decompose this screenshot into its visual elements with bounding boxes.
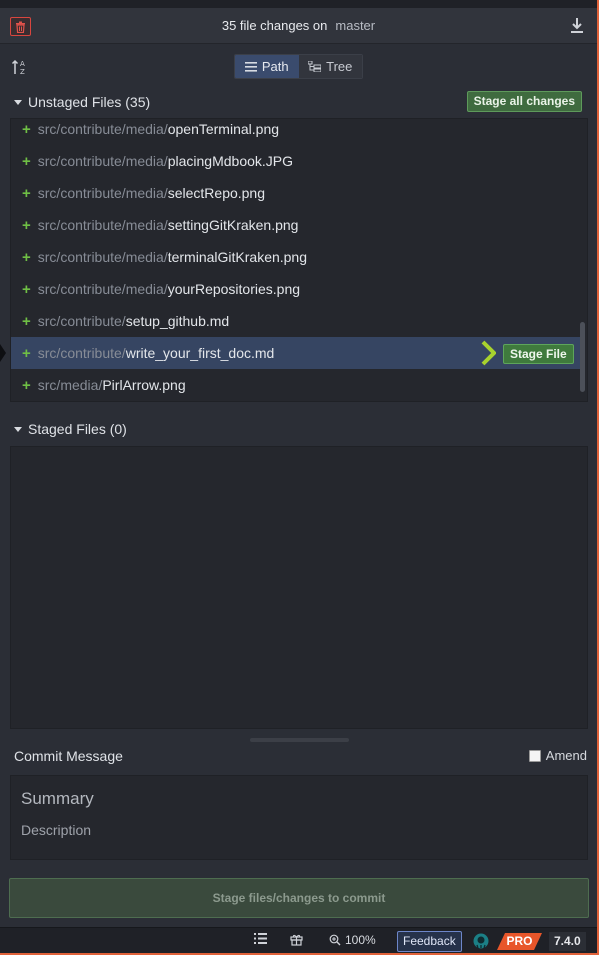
file-name: setup_github.md (125, 313, 230, 329)
file-row[interactable]: + src/media/PirlArrow.png (11, 369, 581, 401)
file-name: openTerminal.png (167, 121, 280, 137)
added-icon: + (22, 280, 31, 298)
drag-arrow-icon (0, 344, 6, 362)
file-dir: src/contribute/media/ (37, 185, 168, 201)
activity-log-button[interactable] (254, 933, 267, 944)
sort-az-icon[interactable]: A Z (11, 58, 29, 76)
added-icon: + (22, 120, 31, 138)
pro-badge: PRO (497, 933, 542, 950)
feedback-button[interactable]: Feedback (397, 931, 462, 952)
unstaged-file-list[interactable]: + src/contribute/media/openTerminal.png … (10, 118, 588, 402)
collapse-caret-icon (14, 426, 22, 432)
view-toolbar: A Z Path Tree (0, 44, 597, 90)
file-changes-title: 35 file changes on master (0, 18, 597, 33)
file-row[interactable]: + src/contribute/media/terminalGitKraken… (11, 241, 581, 273)
added-icon: + (22, 312, 31, 330)
list-icon (244, 61, 257, 72)
zoom-level: 100% (345, 933, 376, 947)
staged-files-title: Staged Files (0) (28, 421, 127, 437)
collapse-caret-icon (14, 99, 22, 105)
file-row[interactable]: + src/contribute/media/selectRepo.png (11, 177, 581, 209)
version-label: 7.4.0 (549, 932, 586, 951)
file-name: yourRepositories.png (167, 281, 301, 297)
commit-panel: 35 file changes on master A Z Path Tree … (0, 0, 599, 955)
file-row[interactable]: + src/contribute/media/placingMdbook.JPG (11, 145, 581, 177)
commit-button[interactable]: Stage files/changes to commit (9, 878, 589, 918)
description-input[interactable]: Description (21, 822, 91, 838)
added-icon: + (22, 216, 31, 234)
file-name: selectRepo.png (167, 185, 266, 201)
amend-checkbox[interactable] (528, 749, 541, 762)
commit-message-title: Commit Message (14, 748, 123, 764)
file-dir: src/contribute/ (37, 313, 126, 329)
file-row[interactable]: + src/contribute/media/openTerminal.png (11, 119, 581, 145)
file-name: terminalGitKraken.png (167, 249, 308, 265)
added-icon: + (22, 248, 31, 266)
file-dir: src/contribute/media/ (37, 281, 168, 297)
gitkraken-logo-icon (473, 933, 489, 949)
staged-files-header[interactable]: Staged Files (0) (0, 415, 597, 443)
tree-view-label: Tree (326, 59, 353, 74)
commit-message-box: Summary Description (10, 775, 588, 860)
file-list-scrollbar[interactable] (580, 322, 585, 392)
summary-input[interactable]: Summary (21, 789, 94, 809)
panel-resize-handle[interactable] (250, 738, 349, 742)
file-row[interactable]: + src/contribute/media/settingGitKraken.… (11, 209, 581, 241)
file-row[interactable]: + src/contribute/setup_github.md (11, 305, 581, 337)
stage-file-button[interactable]: Stage File (503, 344, 574, 364)
added-icon: + (22, 344, 31, 362)
download-icon[interactable] (569, 17, 585, 35)
stage-all-changes-button[interactable]: Stage all changes (466, 91, 582, 112)
svg-text:Z: Z (20, 68, 25, 76)
file-dir: src/media/ (37, 377, 103, 393)
zoom-control[interactable]: 100% (329, 933, 376, 947)
file-name: write_your_first_doc.md (125, 345, 275, 361)
tree-view-button[interactable]: Tree (298, 55, 362, 78)
added-icon: + (22, 376, 31, 394)
file-name: PirlArrow.png (102, 377, 186, 393)
file-row[interactable]: + src/contribute/media/yourRepositories.… (11, 273, 581, 305)
zoom-icon (329, 934, 341, 946)
file-dir: src/contribute/media/ (37, 121, 168, 137)
path-view-button[interactable]: Path (235, 55, 299, 78)
status-bar: 100% Feedback PRO 7.4.0 (0, 927, 597, 953)
unstaged-files-title: Unstaged Files (35) (28, 94, 151, 110)
file-name: settingGitKraken.png (167, 217, 299, 233)
file-dir: src/contribute/media/ (37, 217, 168, 233)
unstaged-files-header[interactable]: Unstaged Files (35) Stage all changes (0, 88, 597, 116)
path-view-label: Path (261, 59, 289, 74)
file-name: placingMdbook.JPG (167, 153, 294, 169)
amend-label: Amend (545, 748, 587, 763)
file-row-selected[interactable]: + src/contribute/write_your_first_doc.md… (11, 337, 581, 369)
file-dir: src/contribute/ (37, 345, 126, 361)
file-dir: src/contribute/media/ (37, 153, 168, 169)
file-changes-count: 35 file changes on (221, 18, 328, 33)
amend-toggle[interactable]: Amend (528, 748, 587, 763)
view-mode-toggle: Path Tree (234, 54, 363, 79)
gift-button[interactable] (290, 933, 303, 946)
panel-header: 35 file changes on master (0, 8, 597, 44)
tree-icon (308, 61, 322, 72)
added-icon: + (22, 152, 31, 170)
branch-name: master (335, 18, 376, 33)
added-icon: + (22, 184, 31, 202)
svg-text:A: A (20, 60, 25, 68)
gitkraken-cursor-icon (481, 340, 496, 366)
top-strip (0, 0, 597, 8)
gift-icon (290, 934, 303, 946)
staged-file-list[interactable] (10, 446, 588, 729)
list-bullets-icon (254, 933, 267, 944)
file-dir: src/contribute/media/ (37, 249, 168, 265)
